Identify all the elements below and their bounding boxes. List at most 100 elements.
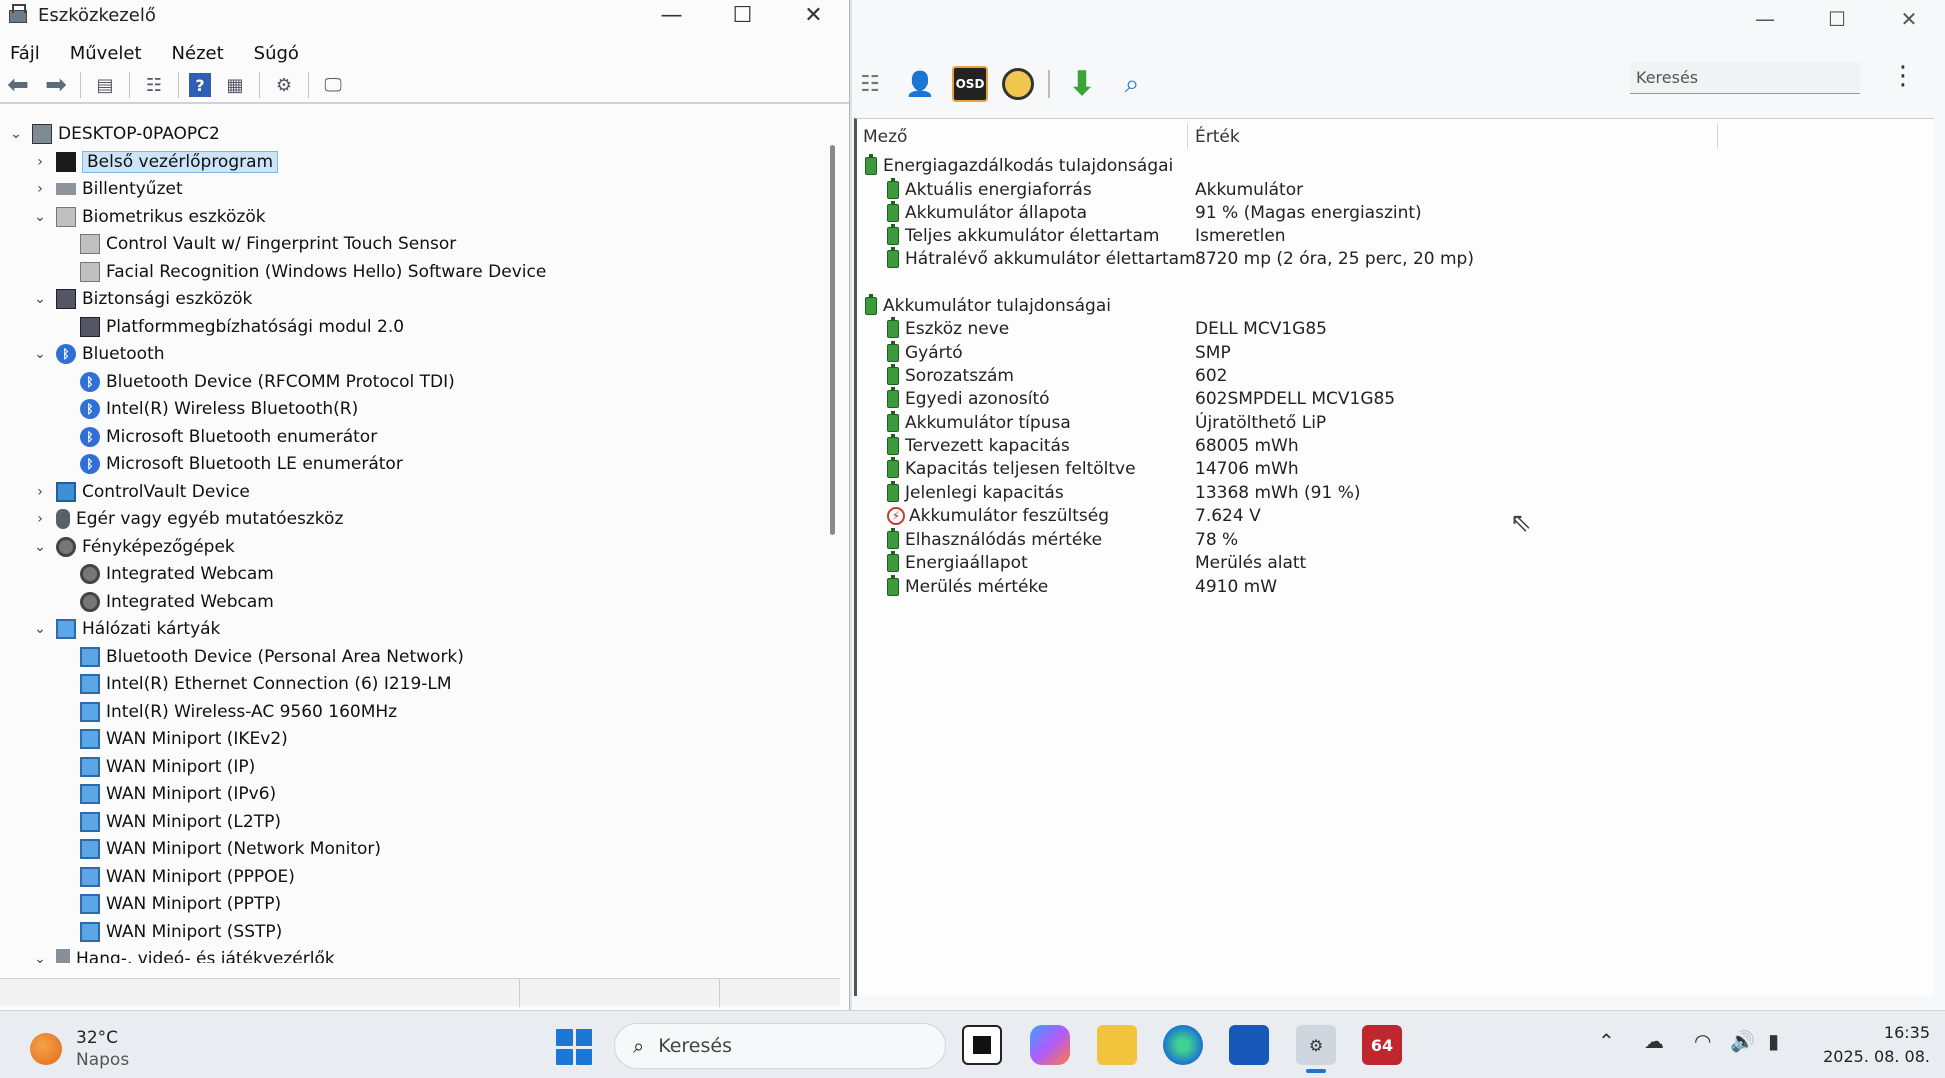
volume-icon[interactable]: 🔊 [1730,1029,1755,1053]
tree-node[interactable]: Bluetooth Device (Personal Area Network) [56,644,464,670]
tree-node[interactable]: › Belső vezérlőprogram [32,149,279,175]
edge-browser-icon[interactable] [1163,1025,1203,1065]
menu-help[interactable]: Súgó [254,43,299,64]
tree-node[interactable]: ᛒ Intel(R) Wireless Bluetooth(R) [56,396,358,422]
property-row[interactable]: Merülés mértéke 4910 mW [857,574,1934,600]
network-tree-icon[interactable]: ☷ [852,66,888,102]
chevron-down-icon[interactable]: ⌄ [32,951,48,963]
tree-node[interactable]: ⌄ Biometrikus eszközök [32,204,266,230]
weather-widget[interactable]: 32°C Napos [30,1027,129,1071]
tree-node[interactable]: ⌄ Fényképezőgépek [32,534,235,560]
column-separator[interactable] [1187,123,1188,149]
chevron-right-icon[interactable]: › [32,181,48,197]
chevron-down-icon[interactable]: ⌄ [32,209,48,225]
tree-node[interactable]: WAN Miniport (Network Monitor) [56,836,381,862]
store-icon[interactable] [1229,1025,1269,1065]
file-explorer-icon[interactable] [1097,1025,1137,1065]
forward-arrow-icon[interactable]: ➡ [42,70,70,100]
chevron-down-icon[interactable]: ⌄ [32,539,48,555]
tree-node[interactable]: ᛒ Microsoft Bluetooth enumerátor [56,424,377,450]
property-row[interactable]: Hátralévő akkumulátor élettartam 8720 mp … [857,246,1934,272]
action-pane-icon[interactable]: ▦ [221,71,249,99]
chevron-up-icon[interactable]: ⌃ [1598,1029,1615,1053]
tree-node[interactable]: Facial Recognition (Windows Hello) Softw… [56,259,546,285]
column-field-header[interactable]: Mező [863,127,907,147]
help-icon[interactable]: ? [189,73,211,97]
monitor-icon[interactable]: 🖵 [319,71,347,99]
task-view-icon[interactable] [962,1025,1002,1065]
taskbar-search[interactable]: ⌕ Keresés [614,1023,946,1069]
chevron-down-icon[interactable]: ⌄ [32,621,48,637]
aida-toolbar: ☷ 👤 OSD ⬇ ⌕ [852,62,1150,106]
tree-node[interactable]: Platformmegbízhatósági modul 2.0 [56,314,404,340]
aida64-taskbar-icon[interactable]: 64 [1362,1025,1402,1065]
close-button[interactable]: ✕ [778,0,849,30]
menu-view[interactable]: Nézet [172,43,224,64]
minimize-button[interactable]: — [636,0,707,30]
tree-node[interactable]: Intel(R) Ethernet Connection (6) I219-LM [56,671,452,697]
property-row[interactable]: Egyedi azonosító 602SMPDELL MCV1G85 [857,386,1934,412]
more-options-icon[interactable]: ⋮ [1890,62,1916,94]
menu-action[interactable]: Művelet [70,43,142,64]
chevron-down-icon[interactable]: ⌄ [32,291,48,307]
tree-node[interactable]: WAN Miniport (IPv6) [56,781,276,807]
maximize-button[interactable]: ☐ [707,0,778,30]
property-row[interactable]: Kapacitás teljesen feltöltve 14706 mWh [857,456,1934,482]
battery-icon[interactable]: ▮ [1768,1029,1779,1053]
tree-node[interactable]: WAN Miniport (SSTP) [56,919,282,945]
download-arrow-icon[interactable]: ⬇ [1064,64,1100,104]
chevron-right-icon[interactable]: › [32,154,48,170]
column-separator[interactable] [1717,123,1718,149]
tree-node[interactable]: › ControlVault Device [32,479,250,505]
tree-node[interactable]: WAN Miniport (PPTP) [56,891,281,917]
scan-hardware-icon[interactable]: ⚙ [270,71,298,99]
osd-icon[interactable]: OSD [952,66,988,102]
tree-node[interactable]: ᛒ Bluetooth Device (RFCOMM Protocol TDI) [56,369,455,395]
property-row[interactable]: ⚡ Akkumulátor feszültség 7.624 V [857,503,1934,529]
property-value: DELL MCV1G85 [1195,319,1327,339]
cloud-offline-icon[interactable]: ☁ [1644,1029,1664,1053]
chevron-right-icon[interactable]: › [32,484,48,500]
chevron-down-icon[interactable]: ⌄ [8,126,24,142]
menu-file[interactable]: Fájl [10,43,40,64]
tree-node[interactable]: WAN Miniport (PPPOE) [56,864,295,890]
tree-node[interactable]: ᛒ Microsoft Bluetooth LE enumerátor [56,451,403,477]
property-group[interactable]: Energiagazdálkodás tulajdonságai [857,153,1934,179]
column-value-header[interactable]: Érték [1195,127,1240,147]
wifi-icon[interactable]: ◠ [1694,1029,1711,1053]
tree-node[interactable]: WAN Miniport (IP) [56,754,255,780]
maximize-button[interactable]: ☐ [1801,2,1873,36]
aida-search-input[interactable]: Keresés [1630,62,1860,94]
tree-node[interactable]: › Billentyűzet [32,176,183,202]
dm-scrollbar[interactable] [830,145,835,535]
tree-node[interactable]: › Egér vagy egyéb mutatóeszköz [32,506,343,532]
property-row[interactable]: Energiaállapot Merülés alatt [857,550,1934,576]
tree-node[interactable]: ⌄ Biztonsági eszközök [32,286,252,312]
search-icon[interactable]: ⌕ [1114,66,1150,102]
chevron-down-icon[interactable]: ⌄ [32,346,48,362]
property-row[interactable]: Eszköz neve DELL MCV1G85 [857,316,1934,342]
tree-node[interactable]: ⌄ Hang-, videó- és játékvezérlők [32,946,335,963]
back-arrow-icon[interactable]: ⬅ [4,70,32,100]
properties-icon[interactable]: ☷ [140,71,168,99]
tree-node[interactable]: Integrated Webcam [56,561,274,587]
copilot-icon[interactable] [1030,1025,1070,1065]
user-icon[interactable]: 👤 [902,66,938,102]
start-button[interactable] [556,1029,592,1065]
tree-node[interactable]: ⌄ ᛒ Bluetooth [32,341,165,367]
tree-node[interactable]: WAN Miniport (L2TP) [56,809,281,835]
tree-node[interactable]: Integrated Webcam [56,589,274,615]
gauge-icon[interactable] [1002,68,1034,100]
close-button[interactable]: ✕ [1873,2,1945,36]
tree-node[interactable]: Intel(R) Wireless-AC 9560 160MHz [56,699,397,725]
system-clock[interactable]: 16:35 2025. 08. 08. [1800,1021,1930,1069]
tree-node[interactable]: WAN Miniport (IKEv2) [56,726,288,752]
device-manager-taskbar-icon[interactable]: ⚙ [1296,1025,1336,1073]
chevron-right-icon[interactable]: › [32,511,48,527]
minimize-button[interactable]: — [1729,2,1801,36]
tree-node[interactable]: ⌄ Hálózati kártyák [32,616,220,642]
tree-node-label: Billentyűzet [82,179,183,199]
tree-node[interactable]: ⌄ DESKTOP-0PAOPC2 [8,121,220,147]
tree-node[interactable]: Control Vault w/ Fingerprint Touch Senso… [56,231,456,257]
show-hide-console-tree-icon[interactable]: ▤ [91,71,119,99]
